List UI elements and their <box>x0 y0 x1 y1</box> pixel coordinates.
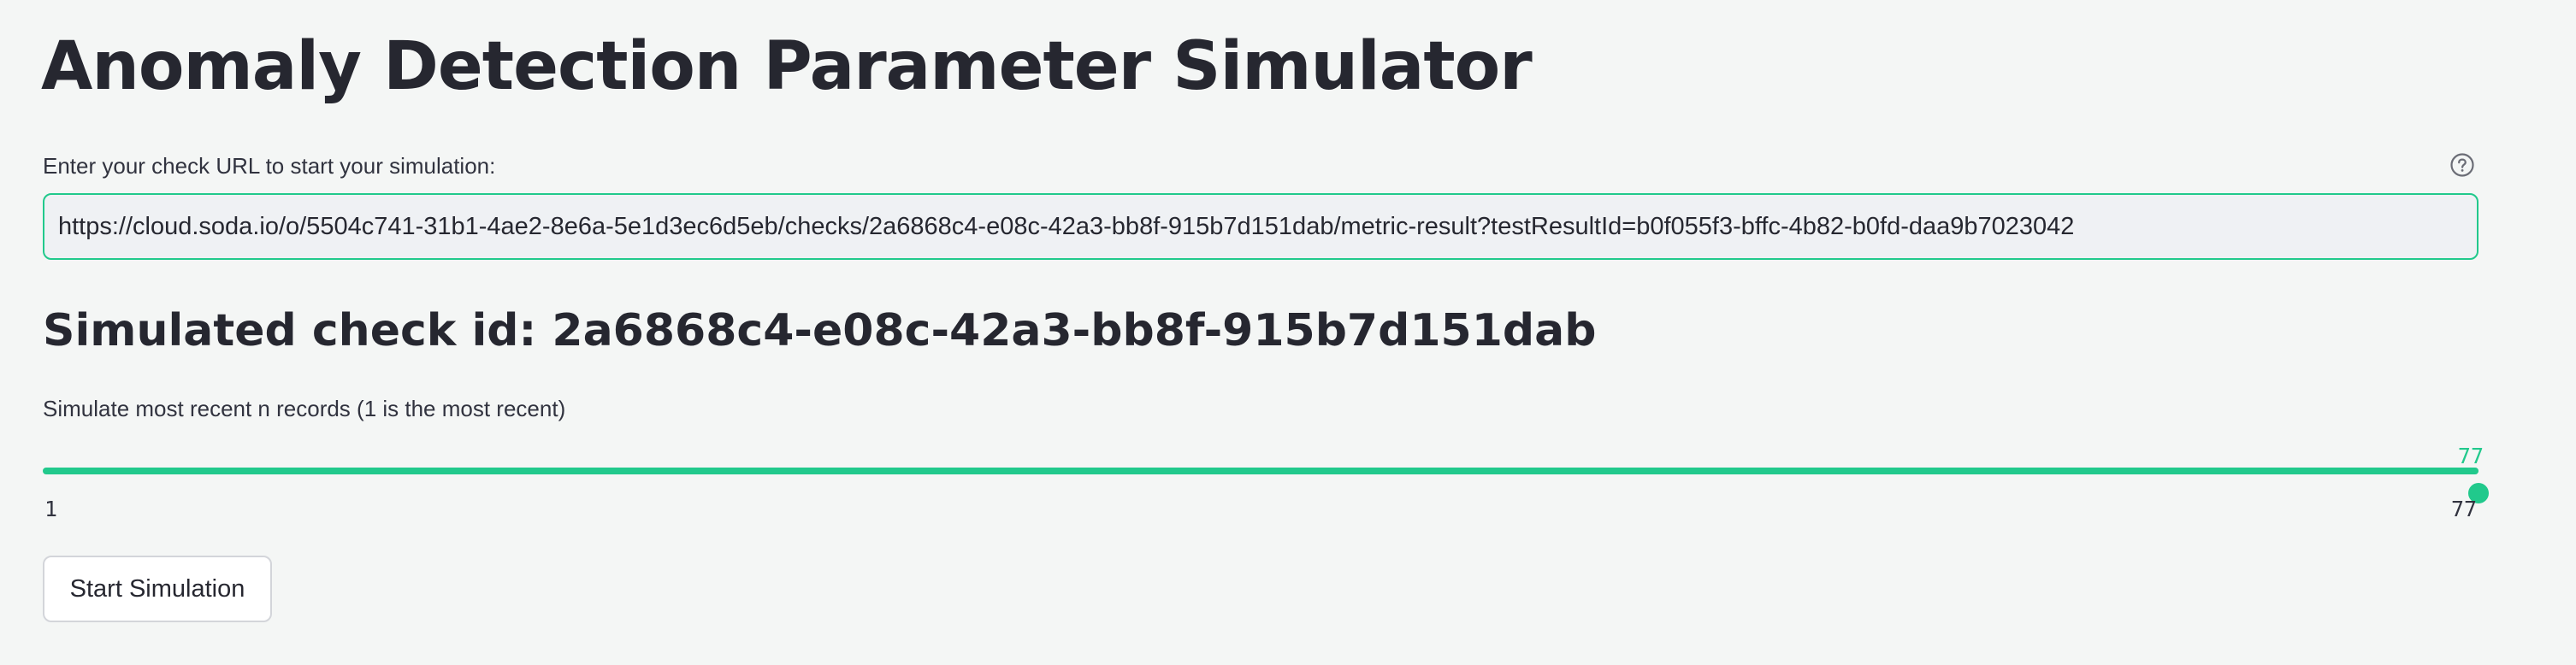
slider-fill <box>43 468 2479 474</box>
slider-max-label: 77 <box>2451 497 2478 521</box>
simulated-check-id-heading: Simulated check id: 2a6868c4-e08c-42a3-b… <box>43 305 1597 356</box>
url-field-label: Enter your check URL to start your simul… <box>43 153 496 179</box>
check-url-input[interactable] <box>43 193 2479 260</box>
records-slider-label: Simulate most recent n records (1 is the… <box>43 396 566 421</box>
slider-track[interactable] <box>43 468 2489 503</box>
page-title: Anomaly Detection Parameter Simulator <box>41 28 1533 105</box>
question-circle-icon[interactable] <box>2449 152 2475 178</box>
start-simulation-button[interactable]: Start Simulation <box>43 556 272 622</box>
slider-min-label: 1 <box>44 497 58 521</box>
slider-current-value: 77 <box>2457 444 2484 468</box>
records-slider[interactable]: 77 <box>43 444 2489 504</box>
